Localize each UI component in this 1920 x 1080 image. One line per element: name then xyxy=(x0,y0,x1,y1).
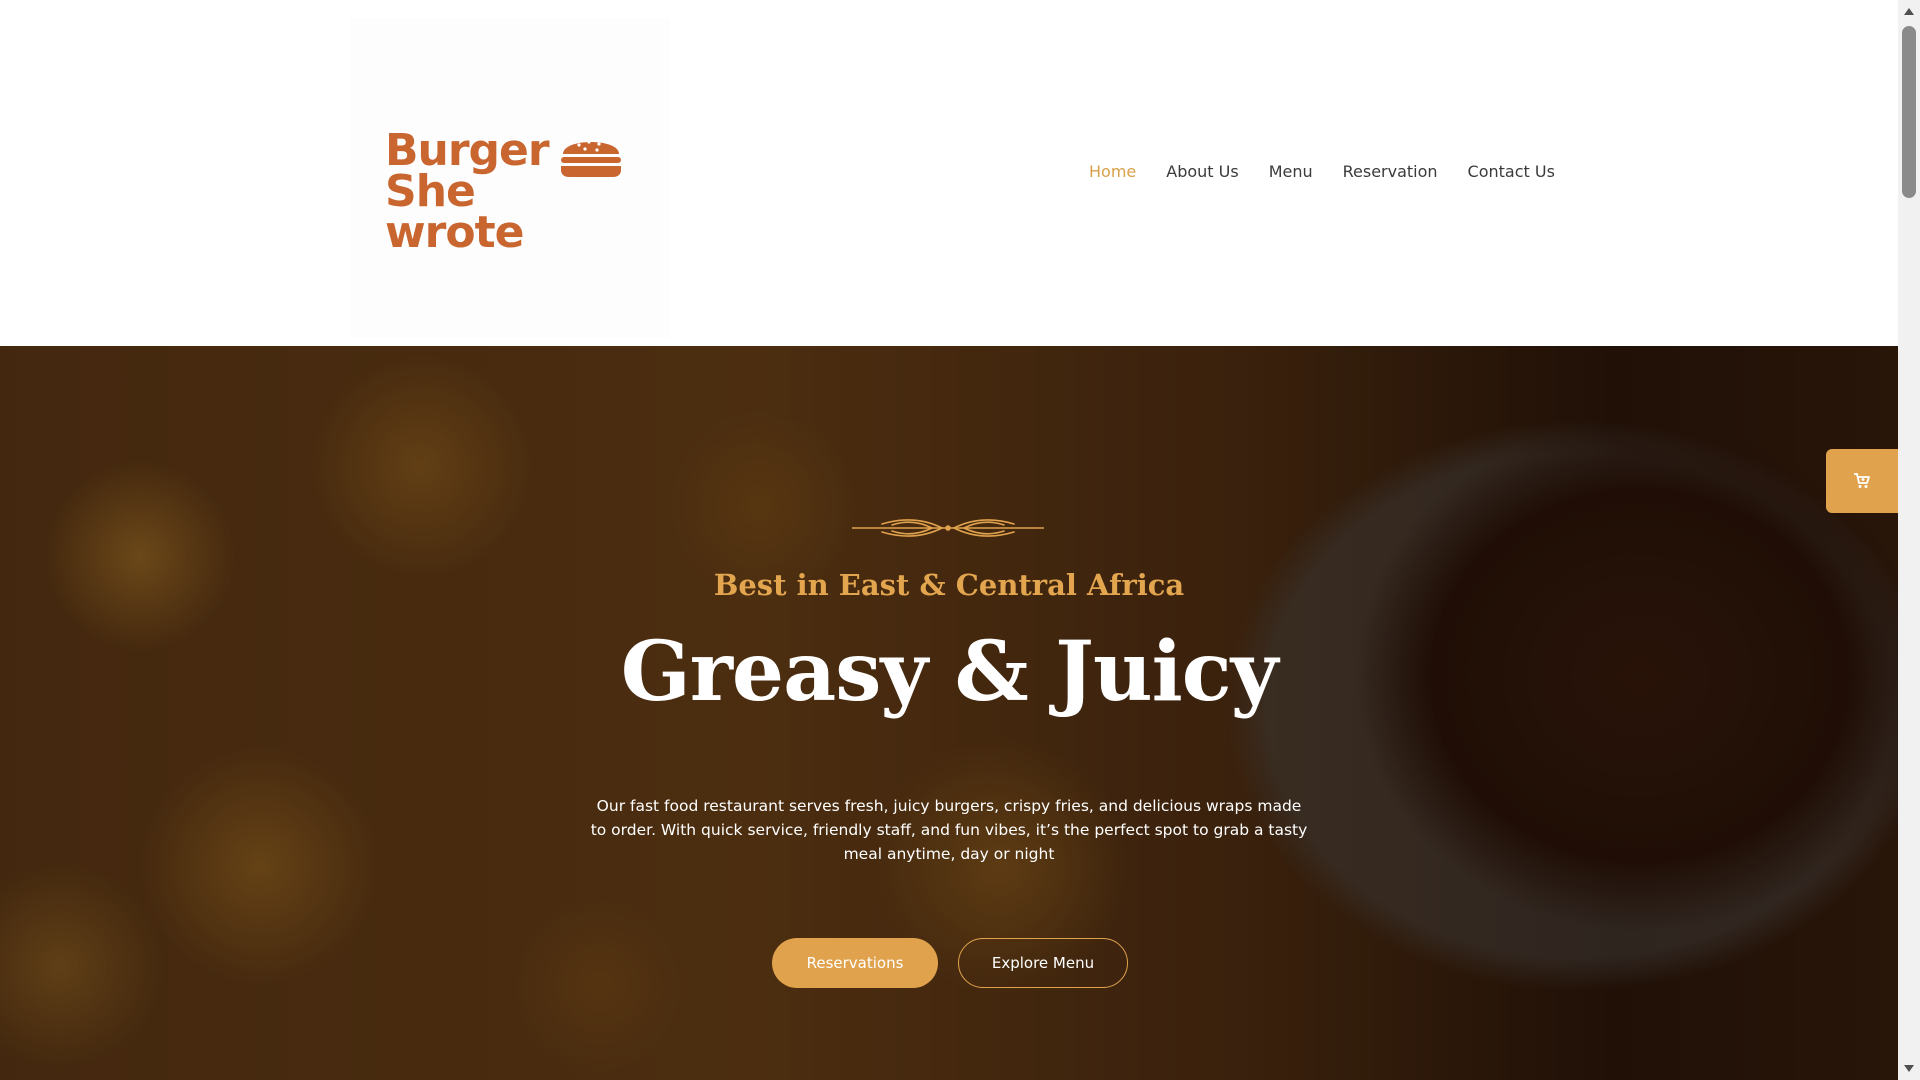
nav-item-reservation[interactable]: Reservation xyxy=(1343,160,1438,184)
nav-item-about-us[interactable]: About Us xyxy=(1166,160,1238,184)
hero-title: Greasy & Juicy xyxy=(620,624,1279,720)
burger-icon xyxy=(561,140,621,177)
scrollbar-thumb[interactable] xyxy=(1902,26,1916,198)
hero-section: Best in East & Central Africa Greasy & J… xyxy=(0,346,1898,1080)
explore-menu-button[interactable]: Explore Menu xyxy=(958,938,1128,988)
main-nav: Home About Us Menu Reservation Contact U… xyxy=(1089,160,1555,184)
cart-icon xyxy=(1854,473,1870,488)
nav-item-contact-us[interactable]: Contact Us xyxy=(1468,160,1555,184)
page-scrollbar[interactable] xyxy=(1898,0,1920,1080)
nav-item-menu[interactable]: Menu xyxy=(1269,160,1313,184)
scroll-up-arrow-icon[interactable] xyxy=(1902,4,1916,18)
floating-cart-button[interactable] xyxy=(1826,449,1898,513)
reservations-button[interactable]: Reservations xyxy=(772,938,938,988)
scroll-down-arrow-icon[interactable] xyxy=(1902,1062,1916,1076)
hero-description: Our fast food restaurant serves fresh, j… xyxy=(590,797,1308,863)
brand-logo[interactable]: Burger She wrote xyxy=(385,129,625,255)
hero-subtitle: Best in East & Central Africa xyxy=(713,568,1185,602)
nav-item-home[interactable]: Home xyxy=(1089,160,1136,184)
logo-text-line2: She wrote xyxy=(385,166,524,258)
wheat-ornament-icon xyxy=(852,519,1044,537)
site-header: Burger She wrote Home About Us Menu Rese… xyxy=(0,0,1898,346)
